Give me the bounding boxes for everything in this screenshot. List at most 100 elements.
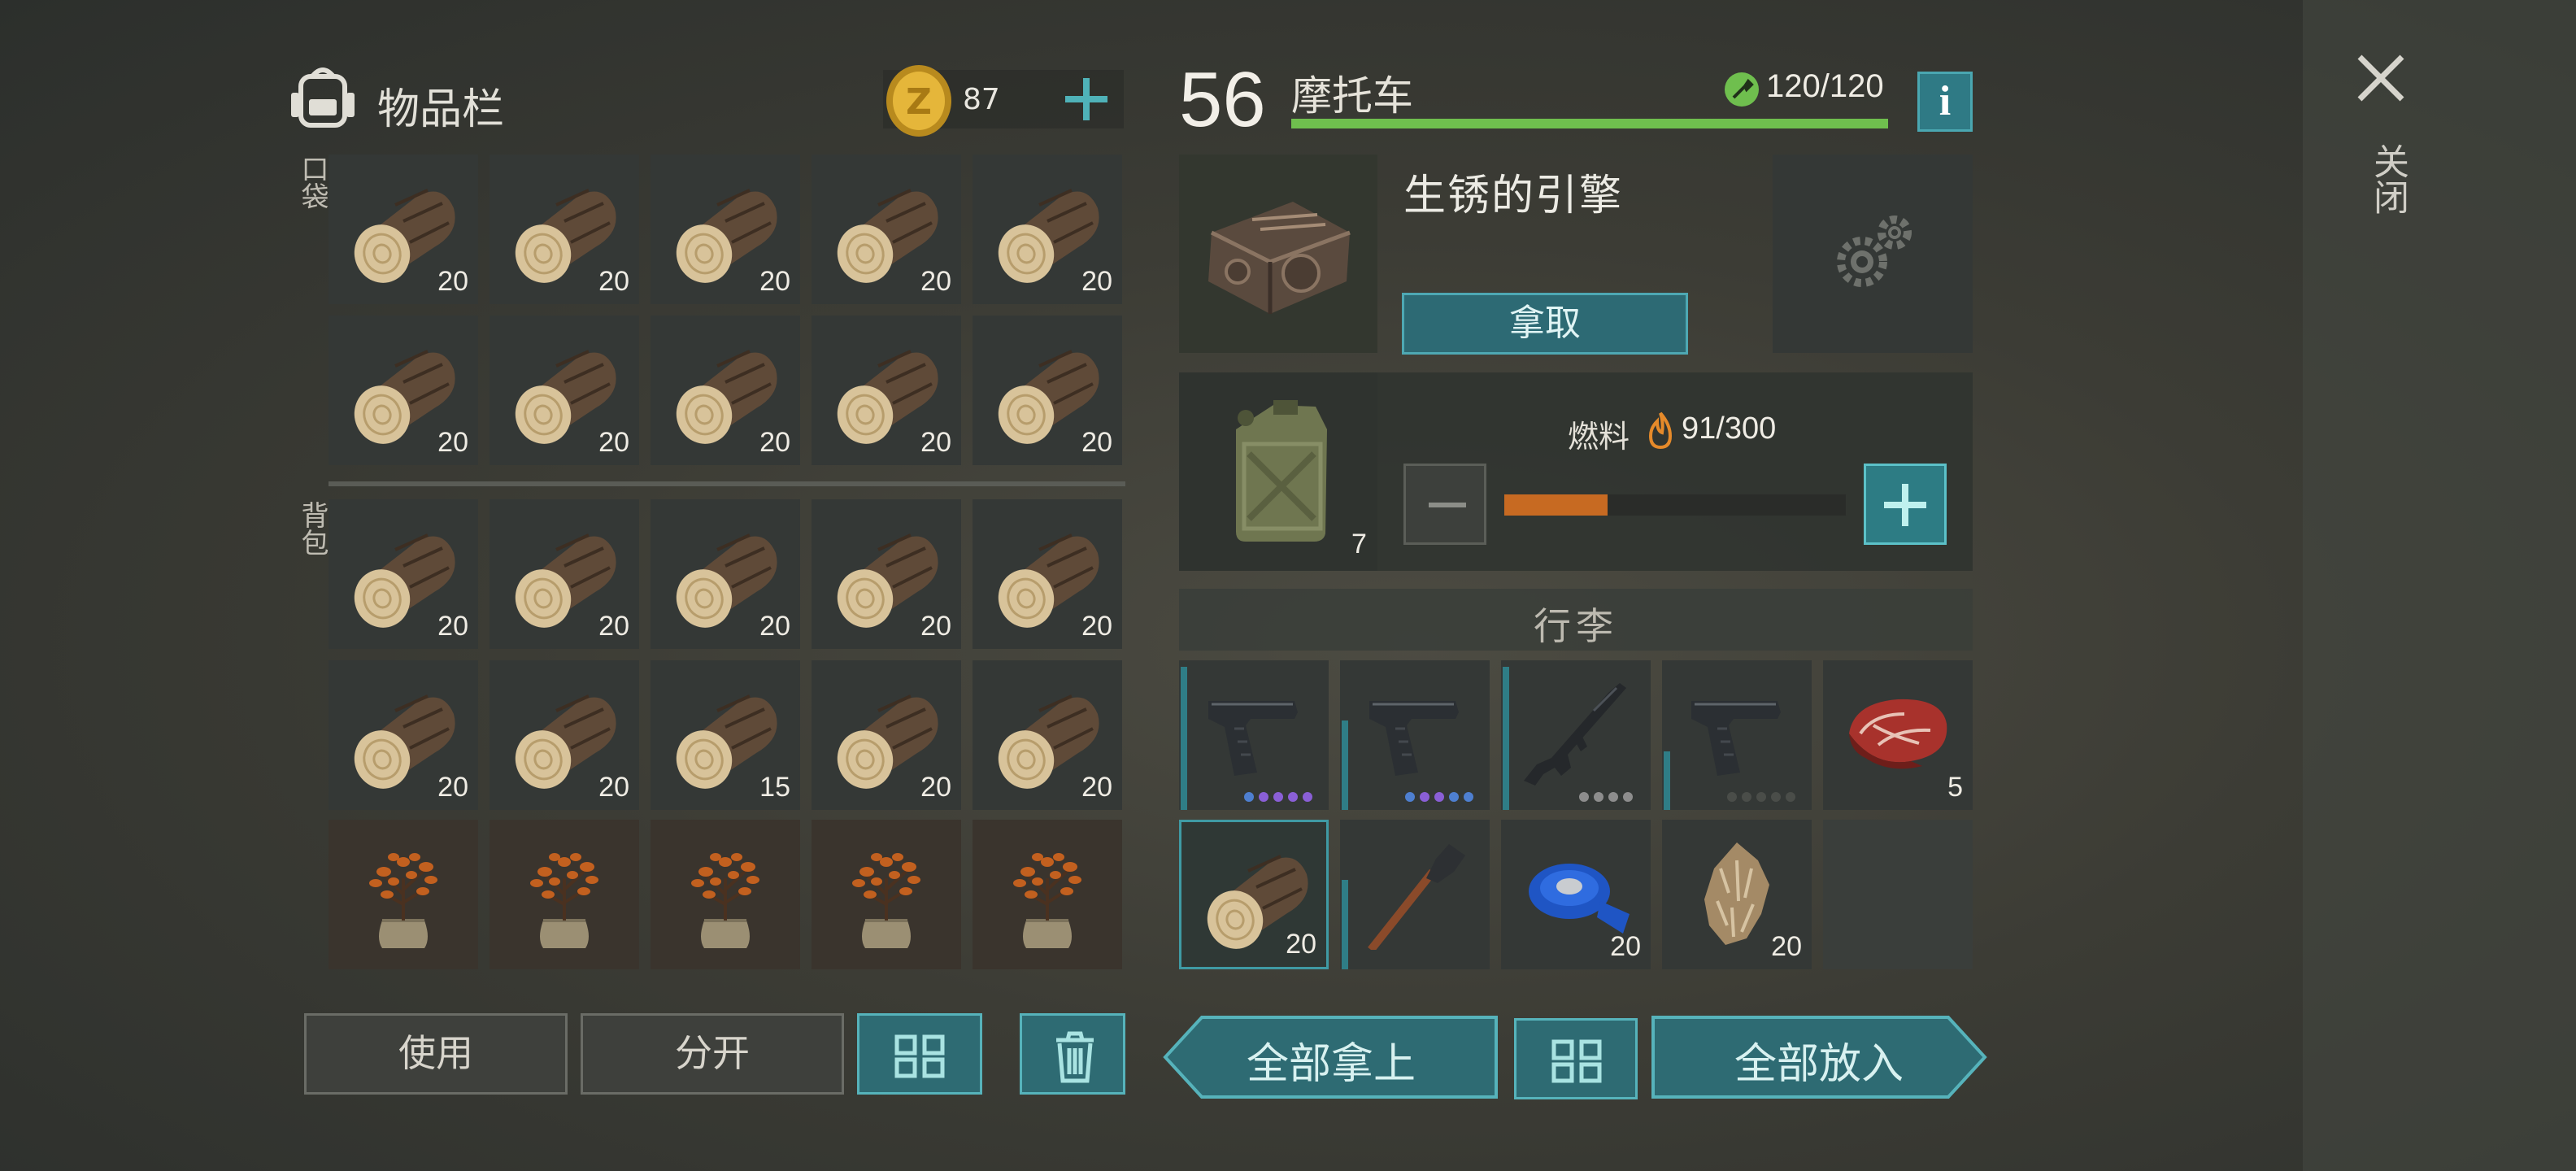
close-icon[interactable] (2352, 49, 2410, 107)
pocket-slot-10[interactable]: 20 (973, 316, 1122, 465)
pocket-slot-4[interactable]: 20 (812, 155, 961, 304)
backpack-slot-13[interactable] (651, 820, 800, 969)
vehicle-level: 56 (1179, 56, 1266, 143)
item-count: 20 (598, 266, 629, 297)
rarity-dots (1244, 792, 1312, 802)
luggage-title: 行李 (1534, 604, 1618, 648)
luggage-slot-7[interactable] (1340, 820, 1490, 969)
backpack-slot-6[interactable]: 20 (329, 660, 478, 810)
fuel-increase-button[interactable] (1864, 464, 1947, 545)
durability-bar (1342, 880, 1348, 969)
flame-icon (1648, 411, 1673, 449)
luggage-slot-4[interactable] (1662, 660, 1812, 810)
split-button[interactable]: 分开 (581, 1013, 844, 1095)
durability-value: 120/120 (1766, 68, 1884, 104)
luggage-slot-1[interactable] (1179, 660, 1329, 810)
backpack-slot-9[interactable]: 20 (812, 660, 961, 810)
item-count: 20 (920, 772, 951, 803)
durability-bar (1181, 667, 1187, 810)
backpack-slot-5[interactable]: 20 (973, 499, 1122, 649)
take-button[interactable]: 拿取 (1402, 293, 1688, 355)
pistol-icon (1207, 699, 1299, 777)
info-button[interactable]: i (1917, 72, 1973, 132)
item-count: 20 (437, 427, 468, 458)
item-count: 20 (1081, 427, 1112, 458)
jerry-can-icon (1236, 400, 1327, 542)
engine-title: 生锈的引擎 (1403, 172, 1624, 220)
durability-bar (1291, 119, 1888, 128)
fuel-decrease-button[interactable] (1403, 464, 1486, 545)
sort-inventory-button[interactable] (857, 1013, 982, 1095)
durability-bar (1664, 751, 1670, 810)
item-count: 20 (437, 611, 468, 642)
take-all-button[interactable]: 全部拿上 (1163, 1015, 1499, 1099)
backpack-slot-3[interactable]: 20 (651, 499, 800, 649)
backpack-slot-14[interactable] (812, 820, 961, 969)
luggage-slot-9[interactable]: 20 (1662, 820, 1812, 969)
backpack-slot-11[interactable] (329, 820, 478, 969)
backpack-slot-10[interactable]: 20 (973, 660, 1122, 810)
luggage-slot-8[interactable]: 20 (1501, 820, 1651, 969)
durability-bar (1503, 667, 1509, 810)
close-label[interactable]: 关闭 (2361, 143, 2413, 215)
backpack-slot-4[interactable]: 20 (812, 499, 961, 649)
backpack-slot-12[interactable] (490, 820, 639, 969)
right-side-strip (2303, 0, 2576, 1171)
pocket-slot-8[interactable]: 20 (651, 316, 800, 465)
fuel-bar (1504, 494, 1846, 516)
luggage-slot-3[interactable] (1501, 660, 1651, 810)
potted-plant-icon (368, 851, 439, 950)
potted-plant-icon (851, 851, 922, 950)
pocket-slot-2[interactable]: 20 (490, 155, 639, 304)
backpack-slot-2[interactable]: 20 (490, 499, 639, 649)
assault-rifle-icon (1524, 683, 1626, 786)
trash-button[interactable] (1020, 1013, 1125, 1095)
fuel-label: 燃料 (1568, 419, 1630, 455)
put-all-button[interactable]: 全部放入 (1651, 1015, 1987, 1099)
item-count: 20 (437, 772, 468, 803)
shovel-icon (1368, 844, 1465, 950)
pocket-slot-1[interactable]: 20 (329, 155, 478, 304)
fuel-value: 91/300 (1682, 411, 1777, 446)
backpack-slot-7[interactable]: 20 (490, 660, 639, 810)
parts-slot[interactable] (1773, 155, 1973, 353)
item-count: 20 (598, 427, 629, 458)
pocket-slot-5[interactable]: 20 (973, 155, 1122, 304)
minus-icon (1429, 503, 1466, 507)
rarity-dots (1727, 792, 1795, 802)
potted-plant-icon (1012, 851, 1083, 950)
rarity-dots (1579, 792, 1633, 802)
luggage-slot-10[interactable] (1823, 820, 1973, 969)
item-count: 5 (1947, 772, 1963, 803)
item-count: 20 (1610, 931, 1641, 962)
add-coins-button[interactable] (1054, 70, 1119, 128)
grid-icon (1551, 1039, 1602, 1083)
fuel-can-count: 7 (1351, 529, 1367, 559)
pocket-slot-6[interactable]: 20 (329, 316, 478, 465)
sort-luggage-button[interactable] (1514, 1018, 1638, 1099)
luggage-slot-2[interactable] (1340, 660, 1490, 810)
item-count: 20 (920, 266, 951, 297)
pistol-icon (1690, 699, 1782, 777)
svg-text:Z: Z (906, 81, 932, 123)
use-button[interactable]: 使用 (304, 1013, 568, 1095)
backpack-slot-8[interactable]: 15 (651, 660, 800, 810)
luggage-slot-6[interactable]: 20 (1179, 820, 1329, 969)
engine-slot[interactable] (1179, 155, 1377, 353)
fuel-fill (1504, 494, 1608, 516)
item-count: 20 (759, 266, 790, 297)
backpack-slot-1[interactable]: 20 (329, 499, 478, 649)
pocket-slot-3[interactable]: 20 (651, 155, 800, 304)
fuel-can-slot[interactable] (1179, 372, 1377, 571)
backpack-slot-15[interactable] (973, 820, 1122, 969)
luggage-header: 行李 (1179, 589, 1973, 651)
backpack-label: 背包 (296, 501, 329, 556)
potted-plant-icon (529, 851, 600, 950)
grid-icon (894, 1034, 945, 1078)
pocket-slot-9[interactable]: 20 (812, 316, 961, 465)
luggage-slot-5[interactable]: 5 (1823, 660, 1973, 810)
put-all-label: 全部放入 (1734, 1040, 1904, 1089)
coin-count: 87 (963, 83, 1000, 116)
pocket-slot-7[interactable]: 20 (490, 316, 639, 465)
item-count: 20 (920, 611, 951, 642)
